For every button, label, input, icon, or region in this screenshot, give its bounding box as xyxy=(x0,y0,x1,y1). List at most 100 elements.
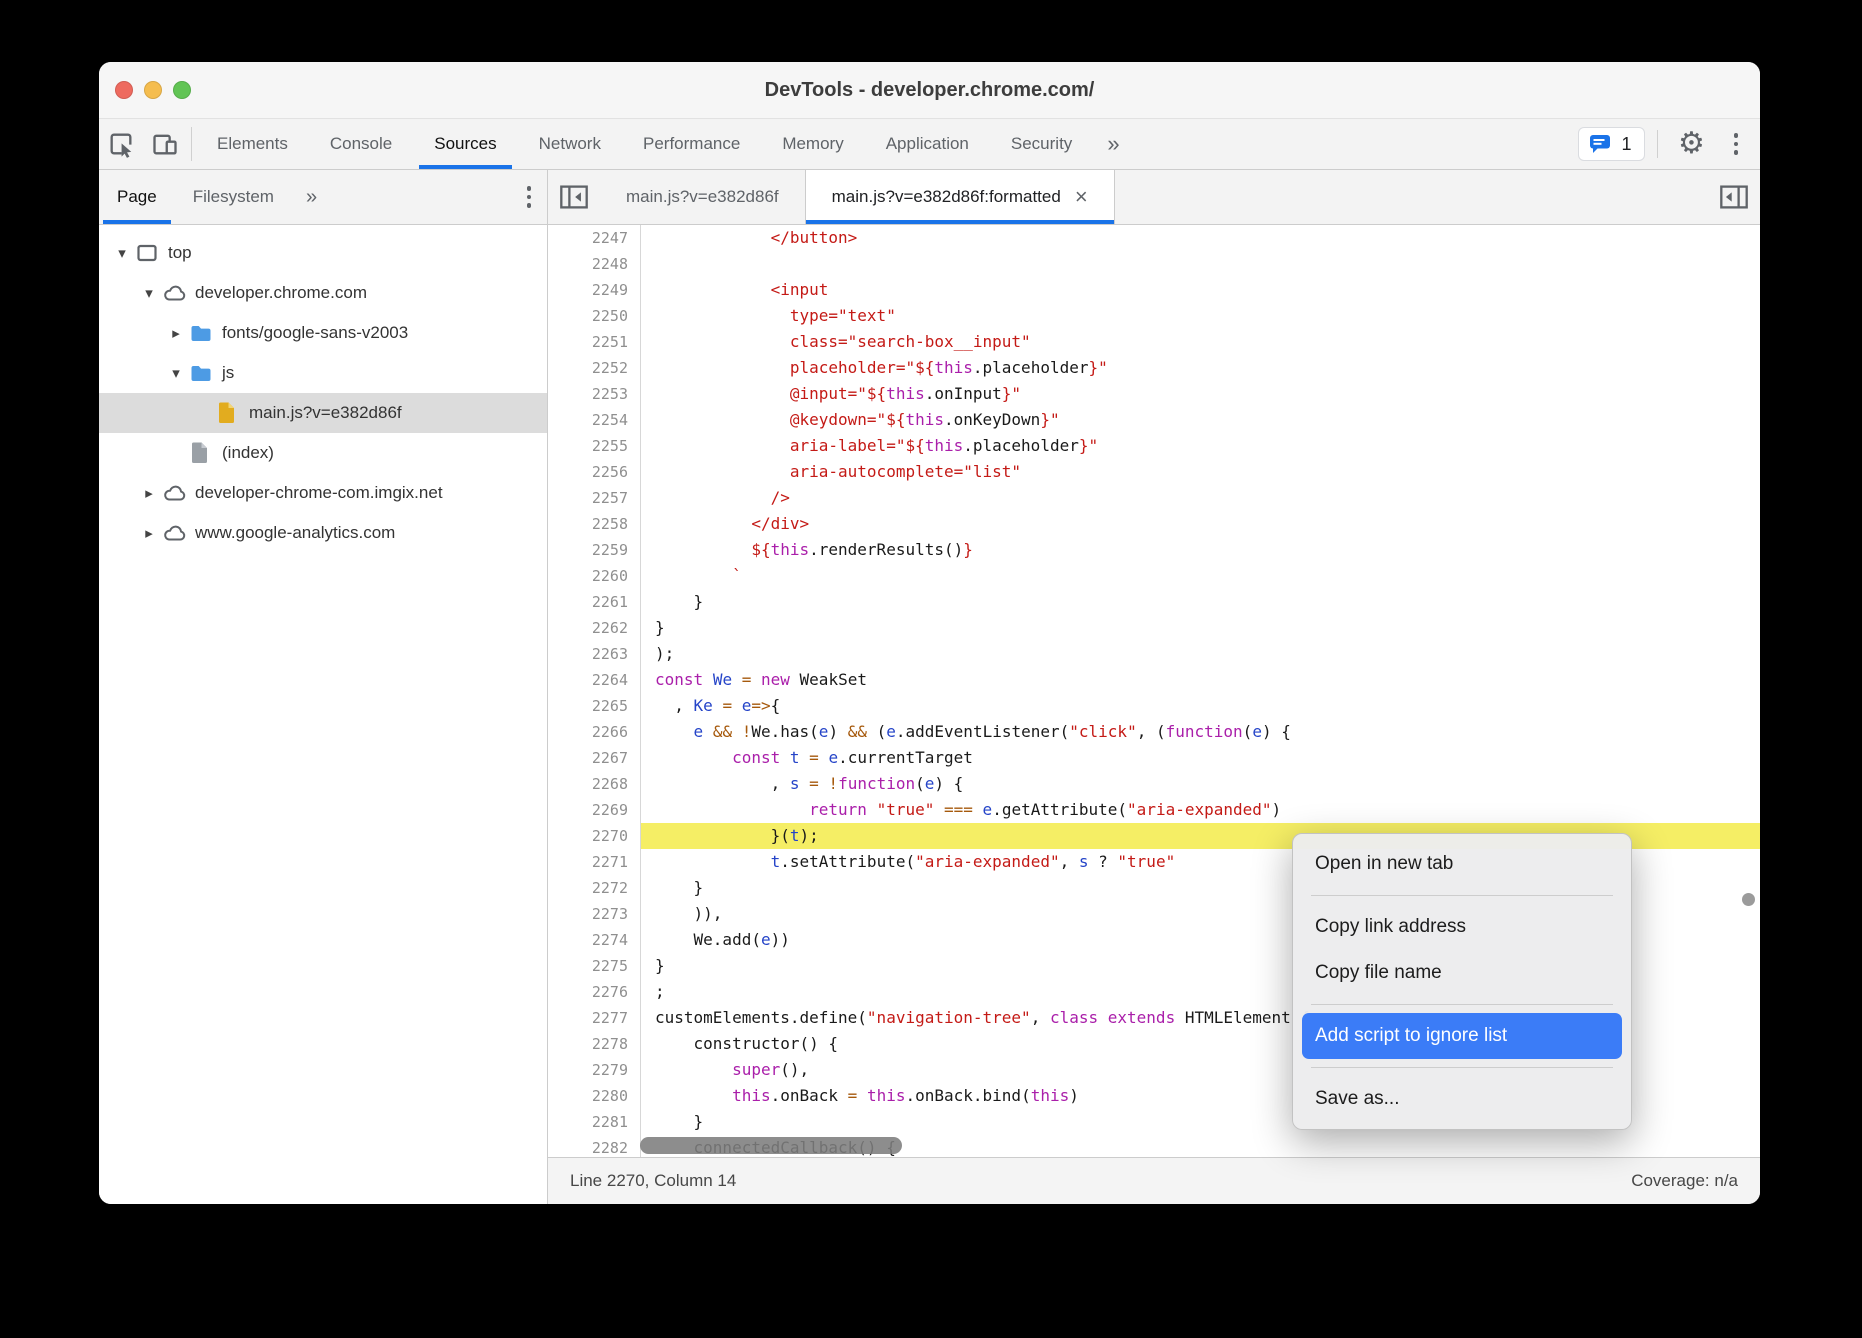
toolbar-tab-security[interactable]: Security xyxy=(990,119,1093,169)
toolbar-tab-memory[interactable]: Memory xyxy=(761,119,864,169)
code-line[interactable]: ${this.renderResults()} xyxy=(641,537,1760,563)
vertical-scrollbar-thumb[interactable] xyxy=(1742,893,1755,906)
code-line[interactable]: </div> xyxy=(641,511,1760,537)
editor-tab-main-js-v-e382d86f-formatted[interactable]: main.js?v=e382d86f:formatted× xyxy=(805,170,1115,224)
line-number[interactable]: 2269 xyxy=(548,797,640,823)
code-line[interactable]: ` xyxy=(641,563,1760,589)
line-number[interactable]: 2270 xyxy=(548,823,640,849)
toolbar-tab-application[interactable]: Application xyxy=(865,119,990,169)
triangle-right-icon[interactable]: ▸ xyxy=(163,324,189,342)
line-number[interactable]: 2248 xyxy=(548,251,640,277)
line-number[interactable]: 2253 xyxy=(548,381,640,407)
line-number[interactable]: 2273 xyxy=(548,901,640,927)
code-line[interactable]: e && !We.has(e) && (e.addEventListener("… xyxy=(641,719,1760,745)
code-line[interactable]: , Ke = e=>{ xyxy=(641,693,1760,719)
line-number[interactable]: 2250 xyxy=(548,303,640,329)
line-number[interactable]: 2275 xyxy=(548,953,640,979)
code-line[interactable]: aria-label="${this.placeholder}" xyxy=(641,433,1760,459)
line-number[interactable]: 2261 xyxy=(548,589,640,615)
tree-item-index[interactable]: (index) xyxy=(99,433,547,473)
chevron-double-icon[interactable]: » xyxy=(292,170,331,224)
line-number[interactable]: 2276 xyxy=(548,979,640,1005)
line-number[interactable]: 2264 xyxy=(548,667,640,693)
toolbar-tab-sources[interactable]: Sources xyxy=(413,119,517,169)
console-status-badge[interactable]: 1 xyxy=(1578,127,1644,161)
triangle-right-icon[interactable]: ▸ xyxy=(136,524,162,542)
kebab-menu-icon[interactable] xyxy=(517,180,542,214)
line-number[interactable]: 2281 xyxy=(548,1109,640,1135)
tree-item-top[interactable]: ▾top xyxy=(99,233,547,273)
line-number[interactable]: 2252 xyxy=(548,355,640,381)
toolbar-tab-console[interactable]: Console xyxy=(309,119,413,169)
line-number[interactable]: 2265 xyxy=(548,693,640,719)
triangle-right-icon[interactable]: ▸ xyxy=(136,484,162,502)
settings-gear-icon[interactable]: ⚙ xyxy=(1670,129,1714,159)
triangle-down-icon[interactable]: ▾ xyxy=(163,364,189,382)
right-panel-toggle-icon[interactable] xyxy=(1708,170,1760,224)
toolbar-tab-elements[interactable]: Elements xyxy=(196,119,309,169)
line-number[interactable]: 2258 xyxy=(548,511,640,537)
code-line[interactable]: ); xyxy=(641,641,1760,667)
line-number[interactable]: 2277 xyxy=(548,1005,640,1031)
tree-item-developer-chrome-com[interactable]: ▾developer.chrome.com xyxy=(99,273,547,313)
line-number[interactable]: 2247 xyxy=(548,225,640,251)
triangle-down-icon[interactable]: ▾ xyxy=(136,284,162,302)
line-number[interactable]: 2254 xyxy=(548,407,640,433)
line-number[interactable]: 2255 xyxy=(548,433,640,459)
triangle-down-icon[interactable]: ▾ xyxy=(109,244,135,262)
code-line[interactable]: </button> xyxy=(641,225,1760,251)
line-number[interactable]: 2262 xyxy=(548,615,640,641)
line-number[interactable]: 2272 xyxy=(548,875,640,901)
code-line[interactable] xyxy=(641,251,1760,277)
line-number[interactable]: 2282 xyxy=(548,1135,640,1161)
line-number[interactable]: 2263 xyxy=(548,641,640,667)
line-number[interactable]: 2251 xyxy=(548,329,640,355)
line-number[interactable]: 2249 xyxy=(548,277,640,303)
tree-item-main-js-v-e382d86f[interactable]: main.js?v=e382d86f xyxy=(99,393,547,433)
line-number[interactable]: 2268 xyxy=(548,771,640,797)
code-line[interactable]: /> xyxy=(641,485,1760,511)
code-line[interactable]: class="search-box__input" xyxy=(641,329,1760,355)
kebab-menu-icon[interactable] xyxy=(1724,127,1749,161)
tree-item-fonts-google-sans-v2003[interactable]: ▸fonts/google-sans-v2003 xyxy=(99,313,547,353)
line-number[interactable]: 2257 xyxy=(548,485,640,511)
code-line[interactable]: @input="${this.onInput}" xyxy=(641,381,1760,407)
horizontal-scrollbar-thumb[interactable] xyxy=(640,1137,902,1154)
code-line[interactable]: type="text" xyxy=(641,303,1760,329)
code-line[interactable]: const We = new WeakSet xyxy=(641,667,1760,693)
line-number[interactable]: 2259 xyxy=(548,537,640,563)
left-panel-toggle-icon[interactable] xyxy=(548,170,600,224)
menu-item-save-as[interactable]: Save as... xyxy=(1302,1076,1622,1122)
code-line[interactable]: placeholder="${this.placeholder}" xyxy=(641,355,1760,381)
tree-item-js[interactable]: ▾js xyxy=(99,353,547,393)
line-number[interactable]: 2279 xyxy=(548,1057,640,1083)
line-number[interactable]: 2278 xyxy=(548,1031,640,1057)
code-line[interactable]: return "true" === e.getAttribute("aria-e… xyxy=(641,797,1760,823)
menu-item-open-in-new-tab[interactable]: Open in new tab xyxy=(1302,841,1622,887)
line-number[interactable]: 2267 xyxy=(548,745,640,771)
close-icon[interactable]: × xyxy=(1075,186,1088,208)
zoom-window-button[interactable] xyxy=(173,81,191,99)
line-number[interactable]: 2260 xyxy=(548,563,640,589)
close-window-button[interactable] xyxy=(115,81,133,99)
tab-page[interactable]: Page xyxy=(99,170,175,224)
code-line[interactable]: aria-autocomplete="list" xyxy=(641,459,1760,485)
line-number[interactable]: 2274 xyxy=(548,927,640,953)
code-line[interactable]: <input xyxy=(641,277,1760,303)
code-line[interactable]: , s = !function(e) { xyxy=(641,771,1760,797)
chevron-double-icon[interactable]: » xyxy=(1093,119,1133,169)
minimize-window-button[interactable] xyxy=(144,81,162,99)
menu-item-copy-link-address[interactable]: Copy link address xyxy=(1302,904,1622,950)
code-line[interactable]: const t = e.currentTarget xyxy=(641,745,1760,771)
tree-item-www-google-analytics-com[interactable]: ▸www.google-analytics.com xyxy=(99,513,547,553)
line-number[interactable]: 2266 xyxy=(548,719,640,745)
device-toolbar-icon[interactable] xyxy=(143,119,187,169)
line-number[interactable]: 2256 xyxy=(548,459,640,485)
menu-item-copy-file-name[interactable]: Copy file name xyxy=(1302,950,1622,996)
code-line[interactable]: } xyxy=(641,615,1760,641)
code-line[interactable]: @keydown="${this.onKeyDown}" xyxy=(641,407,1760,433)
line-number[interactable]: 2271 xyxy=(548,849,640,875)
tree-item-developer-chrome-com-imgix-net[interactable]: ▸developer-chrome-com.imgix.net xyxy=(99,473,547,513)
editor-tab-main-js-v-e382d86f[interactable]: main.js?v=e382d86f xyxy=(600,170,805,224)
toolbar-tab-network[interactable]: Network xyxy=(518,119,622,169)
